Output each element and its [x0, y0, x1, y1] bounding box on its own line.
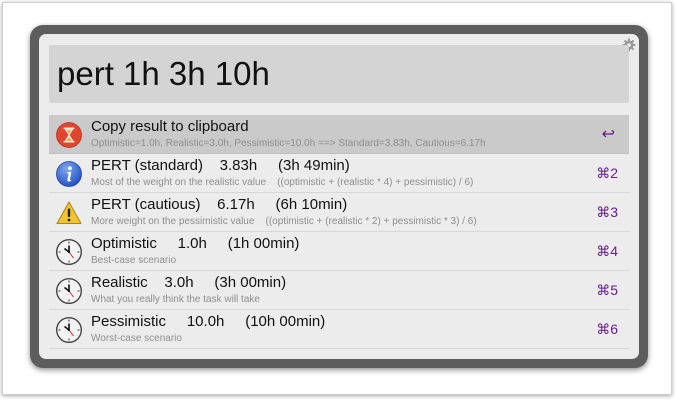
result-subtitle: Best-case scenario [91, 255, 177, 266]
result-row-pert-cautious[interactable]: PERT (cautious) 6.17h (6h 10min) More we… [49, 193, 629, 232]
result-row-pert-standard[interactable]: PERT (standard) 3.83h (3h 49min) Most of… [49, 154, 629, 193]
result-title: Pessimistic 10.0h (10h 00min) [91, 313, 326, 330]
result-row-optimistic[interactable]: Optimistic 1.0h (1h 00min) Best-case sce… [49, 232, 629, 271]
cmd-2-shortcut: ⌘2 [596, 165, 618, 181]
result-subtitle: More weight on the pessimistic value ((o… [91, 216, 477, 227]
result-row-realistic[interactable]: Realistic 3.0h (3h 00min) What you reall… [49, 271, 629, 310]
result-title: PERT (standard) 3.83h (3h 49min) [91, 157, 350, 174]
search-input[interactable] [57, 51, 617, 97]
clock-icon [56, 239, 82, 265]
results-list: Copy result to clipboard Optimistic=1.0h… [49, 115, 629, 349]
result-subtitle: Worst-case scenario [91, 333, 182, 344]
cmd-6-shortcut: ⌘6 [596, 321, 618, 337]
launcher-panel: Copy result to clipboard Optimistic=1.0h… [39, 34, 639, 359]
result-subtitle: Optimistic=1.0h, Realistic=3.0h, Pessimi… [91, 138, 486, 149]
search-box [49, 45, 629, 103]
result-title: Realistic 3.0h (3h 00min) [91, 274, 287, 291]
return-key-shortcut: ↩ [601, 126, 615, 143]
cmd-5-shortcut: ⌘5 [596, 282, 618, 298]
result-subtitle: Most of the weight on the realistic valu… [91, 177, 474, 188]
hourglass-icon [56, 122, 82, 148]
result-subtitle: What you really think the task will take [91, 294, 260, 305]
result-title: PERT (cautious) 6.17h (6h 10min) [91, 196, 348, 213]
result-title: Copy result to clipboard [91, 118, 249, 135]
clock-icon [56, 278, 82, 304]
result-row-pessimistic[interactable]: Pessimistic 10.0h (10h 00min) Worst-case… [49, 310, 629, 349]
result-title: Optimistic 1.0h (1h 00min) [91, 235, 300, 252]
clock-icon [56, 317, 82, 343]
result-row-copy[interactable]: Copy result to clipboard Optimistic=1.0h… [49, 115, 629, 154]
cmd-4-shortcut: ⌘4 [596, 243, 618, 259]
info-icon [56, 161, 82, 187]
warning-icon [56, 201, 82, 224]
cmd-3-shortcut: ⌘3 [596, 204, 618, 220]
screenshot-frame: Copy result to clipboard Optimistic=1.0h… [2, 2, 672, 395]
launcher-window: Copy result to clipboard Optimistic=1.0h… [30, 25, 648, 368]
